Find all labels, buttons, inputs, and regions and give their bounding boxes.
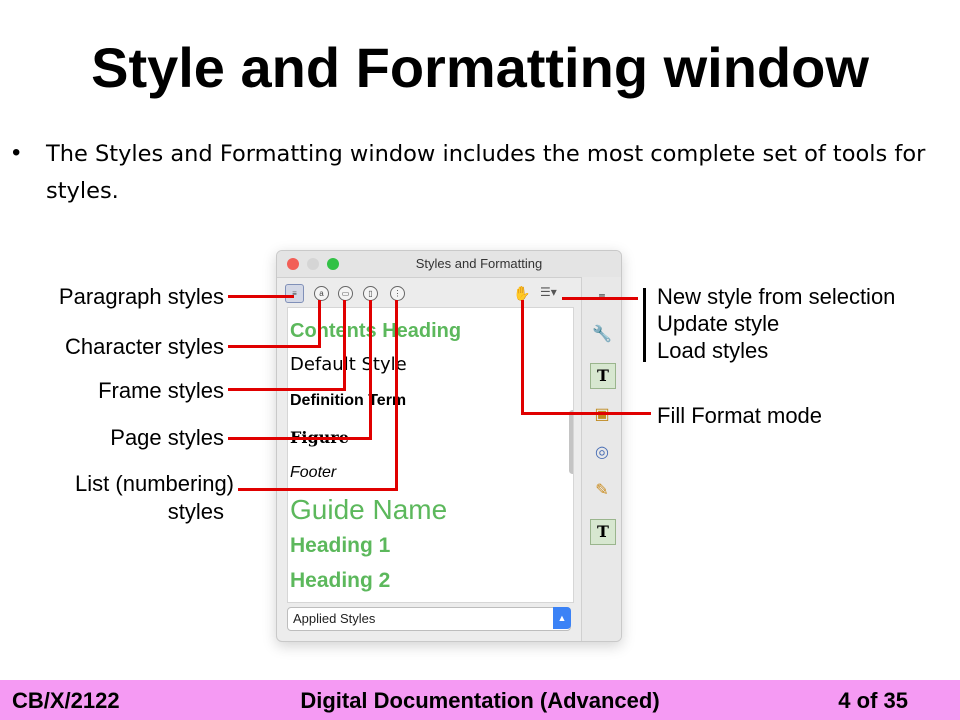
connector-list-h <box>238 488 398 491</box>
style-list[interactable]: Contents Heading Default Style Definitio… <box>287 307 574 603</box>
close-window-button[interactable] <box>287 258 299 270</box>
connector-list-v <box>395 300 398 491</box>
annotation-character-styles: Character styles <box>65 334 224 359</box>
styles-toolbar: ≡ a ▭ ▯ ⋮ ✋ ☰▾ <box>277 277 621 307</box>
connector-fill-h <box>521 412 651 415</box>
connector-character-h <box>228 345 320 348</box>
style-item-contents-heading[interactable]: Contents Heading <box>290 320 461 343</box>
wrench-icon[interactable]: 🔧 <box>590 323 614 347</box>
bullet-dot: • <box>12 139 21 166</box>
style-item-heading-2[interactable]: Heading 2 <box>290 569 390 593</box>
annotation-paragraph-styles: Paragraph styles <box>58 284 224 309</box>
text-style-icon[interactable]: T <box>590 363 616 389</box>
edit-icon[interactable]: ✎ <box>590 479 614 503</box>
annotation-new-style: New style from selection <box>657 284 896 309</box>
style-item-label: Guide Name <box>290 494 448 525</box>
annotation-fill-format: Fill Format mode <box>657 403 823 428</box>
connector-new-style <box>562 297 638 300</box>
connector-frame-v <box>343 300 346 391</box>
style-item-label: Heading 1 <box>290 534 391 557</box>
connector-frame-h <box>228 388 346 391</box>
briefcase-icon[interactable]: ▣ <box>590 403 614 427</box>
style-item-footer[interactable]: Footer <box>290 464 336 482</box>
paragraph-styles-icon[interactable]: ≡ <box>285 284 304 303</box>
style-item-guide-name[interactable]: Guide Name <box>290 494 447 526</box>
annotation-load-styles: Load styles <box>657 338 769 363</box>
dropdown-arrows-icon[interactable]: ▲ <box>553 607 571 629</box>
connector-paragraph <box>228 295 294 298</box>
annotation-list-styles-cont: styles <box>167 499 224 524</box>
style-item-label: Heading 2 <box>290 569 391 592</box>
style-filter-value: Applied Styles <box>293 611 376 626</box>
frame-styles-icon[interactable]: ▭ <box>338 286 353 301</box>
connector-fill-v <box>521 300 524 415</box>
style-filter-dropdown[interactable]: Applied Styles ▲ <box>287 607 571 631</box>
style-item-label: Contents Heading <box>290 320 462 342</box>
list-styles-icon[interactable]: ⋮ <box>390 286 405 301</box>
character-styles-icon[interactable]: a <box>314 286 329 301</box>
connector-page-h <box>228 437 372 440</box>
footer-course-title: Digital Documentation (Advanced) <box>300 688 660 713</box>
annotation-frame-styles: Frame styles <box>98 378 224 403</box>
connector-page-v <box>369 300 372 440</box>
window-titlebar: Styles and Formatting <box>277 251 621 278</box>
style-item-label: Definition Term <box>290 392 407 409</box>
style-item-label: Default Style <box>290 354 407 375</box>
style-item-default-style[interactable]: Default Style <box>290 354 407 375</box>
list-scrollbar[interactable] <box>569 410 573 474</box>
bullet-text: The Styles and Formatting window include… <box>46 141 926 204</box>
styles-formatting-window: Styles and Formatting ≡ a ▭ ▯ ⋮ ✋ ☰▾ Con… <box>276 250 622 642</box>
page-styles-icon[interactable]: ▯ <box>363 286 378 301</box>
connector-character-v <box>318 300 321 348</box>
text-style-icon[interactable]: T <box>590 519 616 545</box>
compass-icon[interactable]: ◎ <box>590 441 614 465</box>
footer-page-number: 4 of 35 <box>838 688 908 713</box>
style-item-definition-term[interactable]: Definition Term <box>290 392 406 410</box>
annotation-list-styles: List (numbering) <box>75 471 234 496</box>
annotation-page-styles: Page styles <box>110 425 224 450</box>
style-item-heading-1[interactable]: Heading 1 <box>290 534 390 558</box>
slide-title: Style and Formatting window <box>91 36 869 99</box>
window-title: Styles and Formatting <box>415 256 543 271</box>
style-actions-menu-icon[interactable]: ☰▾ <box>540 285 557 299</box>
footer-bar: CB/X/2122 Digital Documentation (Advance… <box>0 680 960 720</box>
style-item-label: Footer <box>290 464 337 481</box>
annotation-update-style: Update style <box>657 311 780 336</box>
annotation-bracket <box>643 288 646 362</box>
deck-sidebar: ≡ 🔧 T ▣ ◎ ✎ T <box>581 277 621 641</box>
minimize-window-button[interactable] <box>307 258 319 270</box>
